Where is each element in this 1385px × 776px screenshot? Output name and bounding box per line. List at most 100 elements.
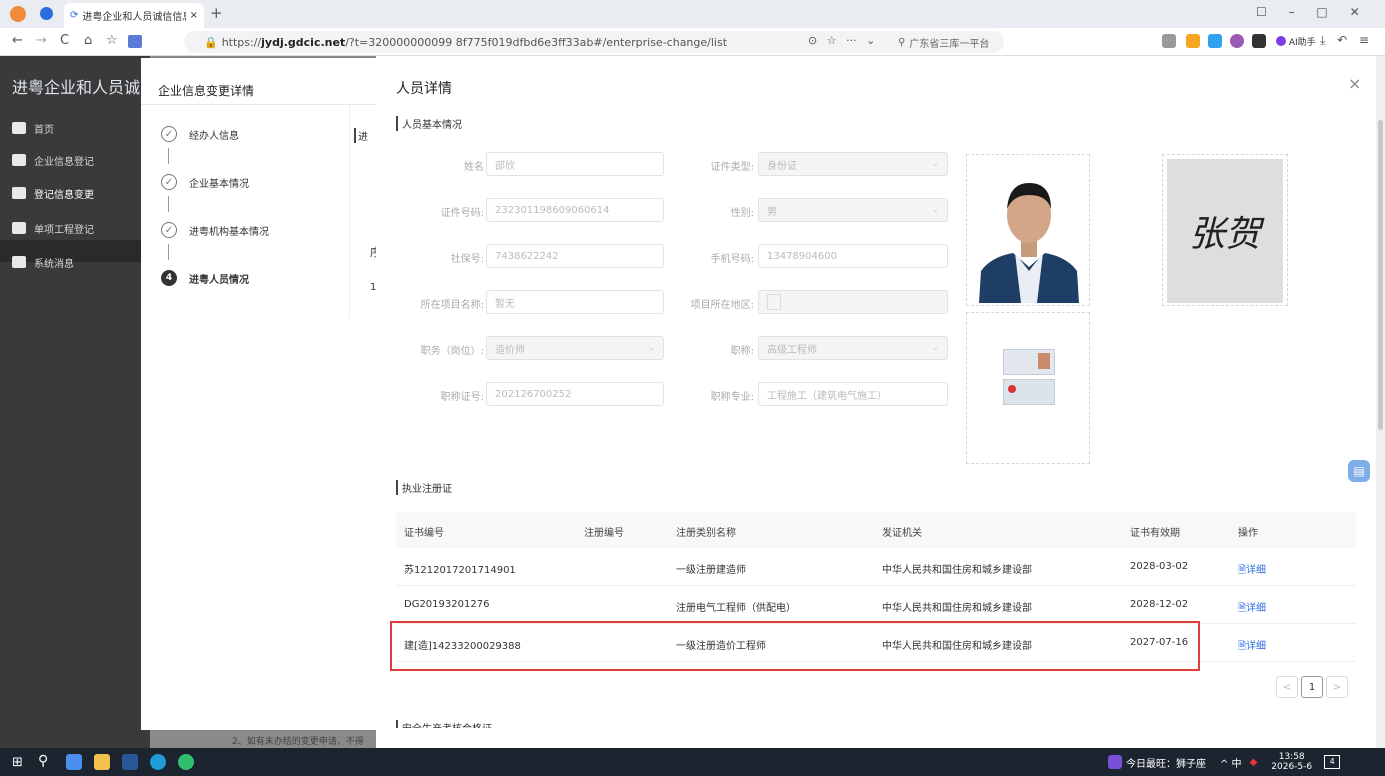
detail-link-label: 详细 xyxy=(1246,603,1267,614)
table-header: 证书编号 注册编号 注册类别名称 发证机关 证书有效期 操作 xyxy=(396,512,1356,548)
step-enterprise[interactable]: ✓ 企业基本情况 xyxy=(161,174,249,190)
social-security-value: 7438622242 xyxy=(495,250,559,262)
ai-assistant-button[interactable]: AI助手 xyxy=(1276,35,1316,48)
step-institution[interactable]: ✓ 进粤机构基本情况 xyxy=(161,222,269,238)
menu-icon[interactable]: ≡ xyxy=(1359,33,1369,47)
scrollbar-thumb[interactable] xyxy=(1378,120,1383,430)
detail-link[interactable]: 🗎详细 xyxy=(1238,561,1266,580)
close-window-icon[interactable]: ✕ xyxy=(1350,5,1360,19)
prev-page-button[interactable]: < xyxy=(1276,676,1298,698)
puzzle-icon[interactable] xyxy=(1252,34,1266,48)
new-tab-icon[interactable]: + xyxy=(210,4,223,22)
skin-icon[interactable]: ☐ xyxy=(1256,5,1267,19)
sidebar-item-info-change[interactable]: 登记信息变更 xyxy=(12,185,94,201)
col-reg-type: 注册类别名称 xyxy=(676,528,736,539)
dropdown-icon[interactable]: ⌄ xyxy=(866,34,875,47)
taskbar-folder-icon[interactable] xyxy=(94,754,110,770)
back-icon[interactable]: ← xyxy=(12,33,23,48)
col-action: 操作 xyxy=(1238,528,1258,539)
sidebar-item-project-register[interactable]: 单项工程登记 xyxy=(12,220,94,236)
phone-field[interactable]: 13478904600 xyxy=(758,244,948,268)
sidebar-item-home[interactable]: 首页 xyxy=(12,120,54,136)
post-select[interactable]: 造价师 ⌄ xyxy=(486,336,664,360)
project-name-field[interactable]: 暂无 xyxy=(486,290,664,314)
peek-text: 进 xyxy=(354,128,368,143)
post-value: 造价师 xyxy=(495,344,525,356)
ime-indicator[interactable]: ^ 中 xyxy=(1220,755,1242,770)
sex-select[interactable]: 男 ⌄ xyxy=(758,198,948,222)
search-box[interactable]: ⚲ 广东省三库一平台 xyxy=(898,32,1128,52)
next-page-button[interactable]: > xyxy=(1326,676,1348,698)
sidebar-item-messages[interactable]: 系统消息 xyxy=(12,254,74,270)
more-icon[interactable]: ··· xyxy=(846,34,857,47)
app-icon[interactable] xyxy=(128,35,142,48)
check-circle-icon: ✓ xyxy=(161,174,177,190)
extension-icon[interactable] xyxy=(1186,34,1200,48)
forward-icon[interactable]: → xyxy=(36,33,47,48)
reload-icon[interactable]: C xyxy=(60,33,69,48)
background-note: 2、如有未办结的变更申请，不得 xyxy=(232,737,364,747)
location-icon[interactable]: ⊙ xyxy=(808,34,817,47)
id-number-value: 232301198609060614 xyxy=(495,204,610,216)
taskbar-app-icon[interactable] xyxy=(66,754,82,770)
extension-icon[interactable] xyxy=(1230,34,1244,48)
id-type-select[interactable]: 身份证 ⌄ xyxy=(758,152,948,176)
step-number-icon: 4 xyxy=(161,270,177,286)
divider xyxy=(141,104,381,105)
tray-widget-text[interactable]: 今日最旺：狮子座 xyxy=(1126,755,1206,770)
sidebar-item-label: 首页 xyxy=(34,124,54,136)
close-icon[interactable]: × xyxy=(1348,74,1361,93)
project-region-field[interactable] xyxy=(758,290,948,314)
step-personnel[interactable]: 4 进粤人员情况 xyxy=(161,270,249,286)
step-operator[interactable]: ✓ 经办人信息 xyxy=(161,126,239,142)
home-icon[interactable]: ⌂ xyxy=(84,33,92,48)
taskbar-word-icon[interactable] xyxy=(122,754,138,770)
social-security-field[interactable]: 7438622242 xyxy=(486,244,664,268)
sidebar-item-enterprise-register[interactable]: 企业信息登记 xyxy=(12,152,94,168)
windows-start-icon[interactable]: ⊞ xyxy=(12,755,23,770)
title-cert-no-field[interactable]: 202126700252 xyxy=(486,382,664,406)
antivirus-icon[interactable]: ◆ xyxy=(1250,757,1258,768)
browser-menu-icon[interactable] xyxy=(40,7,53,20)
detail-link[interactable]: 🗎详细 xyxy=(1238,599,1266,618)
label-id-number: 证件号码: xyxy=(440,208,484,219)
float-tool-icon[interactable]: ▤ xyxy=(1348,460,1370,482)
undo-icon[interactable]: ↶ xyxy=(1337,33,1347,47)
extension-icon[interactable] xyxy=(1208,34,1222,48)
chevron-down-icon: ⌄ xyxy=(931,159,939,169)
browser-tab[interactable]: ⟳ 进粤企业和人员诚信信息登记 × xyxy=(64,3,204,28)
browser-tab-bar: ⟳ 进粤企业和人员诚信信息登记 × + ☐ – □ ✕ xyxy=(0,0,1385,28)
tab-favicon-icon: ⟳ xyxy=(70,10,79,21)
tab-title: 进粤企业和人员诚信信息登记 xyxy=(82,12,185,23)
page-number-button[interactable]: 1 xyxy=(1301,676,1323,698)
taskbar-browser-icon[interactable] xyxy=(178,754,194,770)
url-field[interactable]: 🔒 https://jydj.gdcic.net/?t=320000000099… xyxy=(184,31,1004,53)
section-registration: 执业注册证 xyxy=(396,480,452,495)
url-prefix: https:// xyxy=(221,35,262,49)
restore-icon[interactable]: □ xyxy=(1316,5,1327,19)
clock[interactable]: 13:58 2026-5-6 xyxy=(1271,752,1312,772)
major-field[interactable]: 工程施工（建筑电气施工） xyxy=(758,382,948,406)
project-name-value: 暂无 xyxy=(495,298,515,310)
lock-icon: 🔒 xyxy=(204,35,218,49)
cell-validity: 2028-03-02 xyxy=(1130,561,1189,572)
notification-icon[interactable]: 4 xyxy=(1324,755,1341,769)
scissors-icon[interactable] xyxy=(1162,34,1176,48)
download-icon[interactable]: ⤓ xyxy=(1320,33,1325,47)
tab-close-icon[interactable]: × xyxy=(190,10,198,21)
taskbar-search-icon[interactable]: ⚲ xyxy=(38,753,48,769)
weather-icon xyxy=(1108,755,1122,769)
id-card-back-image xyxy=(1003,379,1055,405)
address-toolbar: ← → C ⌂ ☆ 🔒 https://jydj.gdcic.net/?t=32… xyxy=(0,28,1385,56)
detail-link[interactable]: 🗎详细 xyxy=(1238,637,1266,656)
cell-issuer: 中华人民共和国住房和城乡建设部 xyxy=(882,603,1032,614)
search-text: 广东省三库一平台 xyxy=(909,38,990,50)
title-select[interactable]: 高级工程师 ⌄ xyxy=(758,336,948,360)
bookmark-star-icon[interactable]: ☆ xyxy=(106,33,118,48)
enterprise-icon xyxy=(12,154,26,166)
favorite-icon[interactable]: ☆ xyxy=(827,34,837,47)
id-number-field[interactable]: 232301198609060614 xyxy=(486,198,664,222)
minimize-icon[interactable]: – xyxy=(1289,5,1295,19)
taskbar-edge-icon[interactable] xyxy=(150,754,166,770)
name-field[interactable]: 邵欣 xyxy=(486,152,664,176)
